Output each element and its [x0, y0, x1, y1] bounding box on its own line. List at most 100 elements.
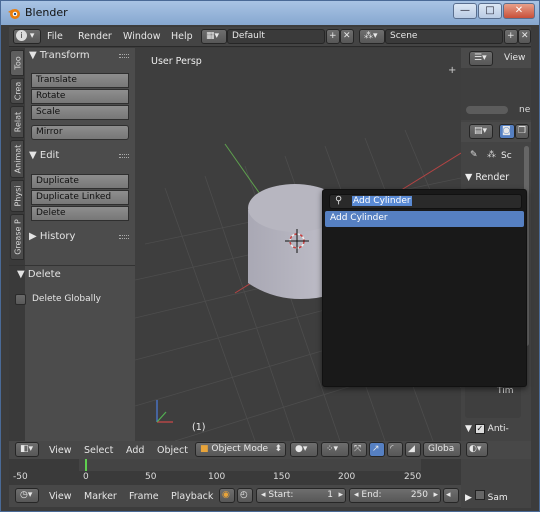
outliner-scrollbar[interactable]: [466, 106, 508, 114]
duplicate-linked-button[interactable]: Duplicate Linked: [31, 190, 129, 205]
outliner-editor-type-button[interactable]: ☰▾: [469, 51, 493, 66]
translate-manipulator-toggle[interactable]: ↗: [369, 442, 385, 457]
menu-window[interactable]: Window: [123, 31, 160, 42]
add-scene-button[interactable]: +: [504, 29, 518, 44]
end-frame-field[interactable]: ◂ End: 250 ▸: [349, 488, 441, 503]
menu-object[interactable]: Object: [157, 445, 188, 456]
transform-panel-header[interactable]: ▼ Transform: [25, 48, 135, 64]
sampling-panel-header[interactable]: ▶ Sam: [465, 490, 529, 504]
add-screen-button[interactable]: +: [326, 29, 340, 44]
delete-button[interactable]: Delete: [31, 206, 129, 221]
menu-select[interactable]: Select: [84, 445, 113, 456]
expand-triangle-icon: ▶: [29, 231, 40, 242]
search-result-item[interactable]: Add Cylinder: [325, 211, 524, 227]
clock-icon: ◷▾: [20, 490, 33, 500]
tab-create[interactable]: Crea: [10, 78, 24, 104]
preview-range-toggle[interactable]: ◴: [237, 488, 253, 503]
keying-set-button[interactable]: ◉: [219, 488, 235, 503]
manipulator-toggle[interactable]: ⤧: [351, 442, 367, 457]
menu-add[interactable]: Add: [126, 445, 144, 456]
3d-editor-type-button[interactable]: ◧▾: [15, 442, 39, 457]
start-frame-field[interactable]: ◂ Start: 1 ▸: [256, 488, 346, 503]
pin-icon[interactable]: ✎: [470, 150, 478, 160]
outliner-area[interactable]: ne: [461, 68, 531, 120]
window-title: Blender: [25, 6, 68, 19]
start-value: 1: [327, 490, 333, 500]
editor-type-button[interactable]: i ▾: [13, 29, 41, 44]
maximize-button[interactable]: □: [478, 3, 502, 19]
anti-aliasing-panel-header[interactable]: ▼ ✓ Anti-: [465, 424, 529, 438]
menu-frame[interactable]: Frame: [129, 491, 159, 502]
scene-selector[interactable]: ⁂▾: [359, 29, 385, 44]
current-frame-marker[interactable]: [85, 459, 87, 471]
divider: [9, 265, 135, 266]
end-label: End:: [361, 490, 382, 500]
menu-view[interactable]: View: [49, 491, 72, 502]
rotate-manipulator-toggle[interactable]: ◜: [387, 442, 403, 457]
scale-manipulator-toggle[interactable]: ◢: [405, 442, 421, 457]
remove-screen-button[interactable]: ✕: [340, 29, 354, 44]
menu-playback[interactable]: Playback: [171, 491, 213, 502]
viewport-shading-select[interactable]: ●▾: [290, 442, 318, 457]
timeline-editor-type-button[interactable]: ◷▾: [15, 488, 39, 503]
render-tab-button[interactable]: ◙: [499, 124, 515, 139]
rotate-button[interactable]: Rotate: [31, 89, 129, 104]
translate-button[interactable]: Translate: [31, 73, 129, 88]
plus-icon[interactable]: +: [448, 65, 456, 76]
edit-panel-header[interactable]: ▼ Edit: [25, 148, 135, 164]
properties-editor-type-button[interactable]: ▤▾: [469, 124, 493, 139]
drag-grip-icon[interactable]: [119, 235, 129, 239]
tab-relations[interactable]: Relat: [10, 106, 24, 138]
delete-operator-panel-header[interactable]: ▼ Delete: [9, 267, 135, 283]
search-field[interactable]: ⚲ Add Cylinder: [329, 194, 522, 209]
end-value: 250: [410, 490, 428, 500]
drag-grip-icon[interactable]: [119, 54, 129, 58]
scale-button[interactable]: Scale: [31, 105, 129, 120]
menu-view[interactable]: View: [49, 445, 72, 456]
scene-breadcrumb: Sc: [501, 151, 512, 161]
search-input[interactable]: Add Cylinder: [352, 196, 412, 206]
panel-title: History: [39, 231, 76, 242]
menu-render[interactable]: Render: [78, 31, 112, 42]
close-button[interactable]: ✕: [503, 3, 535, 19]
checkbox[interactable]: ✓: [474, 424, 485, 434]
result-label: Add Cylinder: [330, 213, 388, 223]
tool-shelf: ▼ Transform Translate Rotate Scale Mirro…: [9, 48, 135, 441]
screen-layout-selector[interactable]: ▦▾: [201, 29, 227, 44]
duplicate-button[interactable]: Duplicate: [31, 174, 129, 189]
pivot-point-select[interactable]: ⁘▾: [321, 442, 349, 457]
menu-file[interactable]: File: [47, 31, 63, 42]
checkbox[interactable]: [474, 490, 485, 500]
layer-selector[interactable]: ◐▾: [466, 442, 488, 457]
tab-grease-pencil[interactable]: Grease P: [10, 214, 24, 260]
title-bar[interactable]: Blender — □ ✕: [1, 1, 539, 25]
interaction-mode-select[interactable]: ■ Object Mode ⬍: [195, 442, 286, 457]
search-icon: ⚲: [335, 195, 343, 206]
minimize-button[interactable]: —: [453, 3, 477, 19]
outliner-view-menu[interactable]: View: [504, 53, 525, 63]
rotate-arc-icon: ◜: [390, 444, 394, 454]
menu-marker[interactable]: Marker: [84, 491, 117, 502]
maximize-icon: □: [485, 5, 495, 16]
tab-animation[interactable]: Animat: [10, 140, 24, 178]
object-mode-icon: ■: [200, 444, 212, 454]
current-frame-field[interactable]: ◂: [443, 488, 459, 503]
delete-globally-checkbox-row[interactable]: Delete Globally: [15, 293, 135, 307]
screen-layout-field[interactable]: Default: [227, 29, 325, 44]
mirror-button[interactable]: Mirror: [31, 125, 129, 140]
history-panel-header[interactable]: ▶ History: [25, 229, 135, 245]
scene-field[interactable]: Scene: [385, 29, 503, 44]
list-icon: ☰▾: [474, 53, 487, 63]
minimize-icon: —: [460, 5, 470, 16]
menu-help[interactable]: Help: [171, 31, 193, 42]
transform-orientation-select[interactable]: Globa: [423, 442, 461, 457]
timeline[interactable]: -50 0 50 100 150 200 250: [9, 459, 461, 485]
axis-gizmo-icon: [156, 400, 173, 423]
checkbox[interactable]: [15, 294, 26, 305]
tick-label: 150: [273, 472, 291, 482]
drag-grip-icon[interactable]: [119, 154, 129, 158]
render-panel-header[interactable]: ▼ Render: [465, 172, 525, 186]
tab-physics[interactable]: Physi: [10, 180, 24, 212]
render-layers-tab-button[interactable]: ❐: [515, 124, 529, 139]
remove-scene-button[interactable]: ✕: [518, 29, 531, 44]
